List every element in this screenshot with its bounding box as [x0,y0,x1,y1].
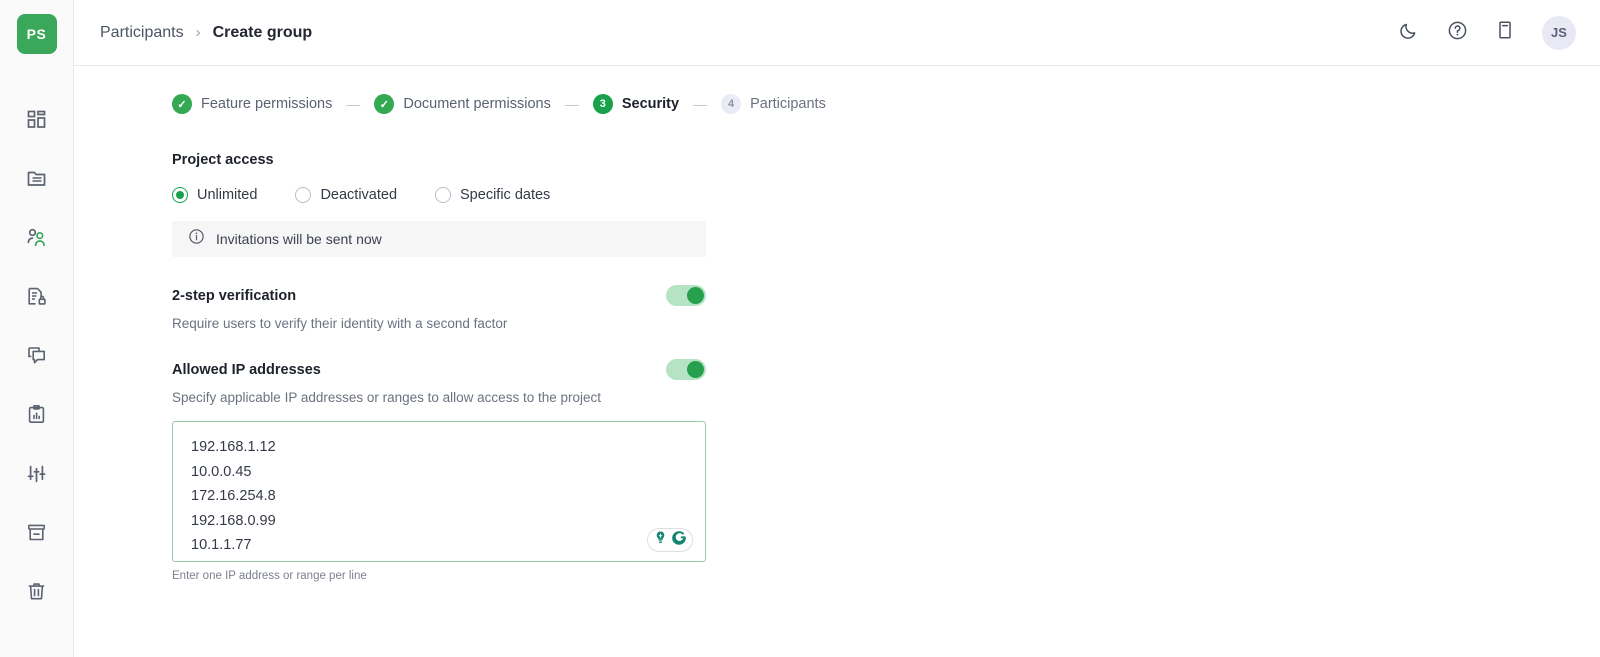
sidebar-item-participants[interactable] [19,219,55,255]
allowed-ips-header: Allowed IP addresses [172,359,706,380]
two-step-verification-block: 2-step verification Require users to ver… [172,285,706,331]
ip-line: 172.16.254.8 [191,488,276,504]
project-access-title: Project access [172,152,274,168]
trash-icon [26,581,47,602]
step-badge-check: ✓ [374,94,395,114]
step-document-permissions[interactable]: ✓ Document permissions [374,94,551,114]
step-label: Document permissions [403,96,551,112]
toggle-knob [687,361,704,378]
sidebar-item-reports[interactable] [19,396,55,432]
step-label: Feature permissions [201,96,333,112]
sidebar-nav-list [19,101,55,609]
panel-icon [1495,20,1515,45]
wizard-stepper: ✓ Feature permissions — ✓ Document permi… [172,94,1600,114]
radio-indicator [172,187,188,203]
allowed-ips-toggle[interactable] [666,359,706,380]
step-feature-permissions[interactable]: ✓ Feature permissions [172,94,332,114]
left-sidebar: PS [0,0,74,657]
info-circle-icon [188,228,205,250]
top-bar: Participants › Create group JS [74,0,1600,66]
two-step-toggle[interactable] [666,285,706,306]
comment-icon [26,345,47,366]
guide-panel-button[interactable] [1492,20,1518,46]
invitations-info-banner: Invitations will be sent now [172,221,706,257]
sidebar-item-secure-documents[interactable] [19,278,55,314]
step-connector: — [564,96,579,112]
main-column: Participants › Create group JS ✓ Feature… [74,0,1600,657]
project-access-radio-group: Unlimited Deactivated Specific dates [172,187,1600,203]
sidebar-item-archive[interactable] [19,514,55,550]
radio-indicator [435,187,452,203]
ip-line: 192.168.0.99 [191,512,276,529]
two-step-description: Require users to verify their identity w… [172,316,508,331]
archive-box-icon [26,522,47,543]
info-banner-text: Invitations will be sent now [216,231,382,247]
breadcrumb-separator: › [195,24,201,41]
step-connector: — [693,96,708,112]
allowed-ips-hint: Enter one IP address or range per line [172,570,367,582]
step-badge-number: 4 [721,94,742,114]
step-participants[interactable]: 4 Participants [721,94,826,114]
breadcrumb-parent-link[interactable]: Participants [100,24,184,42]
grid-dashboard-icon [26,109,47,130]
folder-document-icon [26,168,47,189]
dark-mode-toggle[interactable] [1396,20,1422,46]
lightbulb-icon [653,530,668,550]
radio-option-deactivated[interactable]: Deactivated [295,187,397,203]
question-circle-icon [1447,20,1468,46]
page-content: ✓ Feature permissions — ✓ Document permi… [74,66,1600,582]
ip-line: 10.0.0.45 [191,463,252,480]
step-badge-check: ✓ [172,94,192,114]
allowed-ips-block: Allowed IP addresses Specify applicable … [172,359,706,582]
two-step-title: 2-step verification [172,287,297,304]
radio-label: Deactivated [320,187,398,203]
allowed-ips-description: Specify applicable IP addresses or range… [172,390,601,405]
radio-label: Specific dates [460,187,551,203]
top-bar-actions: JS [1396,15,1576,50]
sidebar-item-settings[interactable] [19,455,55,491]
two-step-header: 2-step verification [172,285,706,306]
allowed-ips-textarea[interactable]: 192.168.1.12 10.0.0.45 172.16.254.8 192.… [172,421,706,562]
sidebar-item-documents[interactable] [19,160,55,196]
ip-line: 10.1.1.77 [191,537,252,553]
radio-indicator [295,187,312,203]
document-lock-icon [26,286,47,307]
sidebar-item-trash[interactable] [19,573,55,609]
radio-option-unlimited[interactable]: Unlimited [172,187,257,203]
step-security[interactable]: 3 Security [592,94,680,114]
moon-icon [1399,20,1419,45]
breadcrumb: Participants › Create group [100,24,312,42]
step-label: Security [621,96,680,112]
avatar[interactable]: JS [1542,15,1576,50]
app-root: PS Participants › Create group JS ✓ Feat… [0,0,1600,657]
allowed-ips-title: Allowed IP addresses [172,361,321,378]
clipboard-chart-icon [26,404,47,425]
people-icon [26,227,48,248]
step-label: Participants [750,96,826,112]
page-title: Create group [212,23,313,41]
grammarly-g-icon [671,530,687,551]
sidebar-item-dashboard[interactable] [19,101,55,137]
step-connector: — [346,96,361,112]
help-button[interactable] [1444,20,1470,46]
radio-option-specific-dates[interactable]: Specific dates [435,187,550,203]
step-badge-number: 3 [592,94,613,114]
writing-assistant-widget[interactable] [647,528,693,552]
app-logo[interactable]: PS [16,14,57,54]
sidebar-item-comments[interactable] [19,337,55,373]
sliders-icon [26,463,47,484]
ip-line: 192.168.1.12 [191,439,276,455]
toggle-knob [687,287,704,304]
radio-label: Unlimited [197,187,258,203]
